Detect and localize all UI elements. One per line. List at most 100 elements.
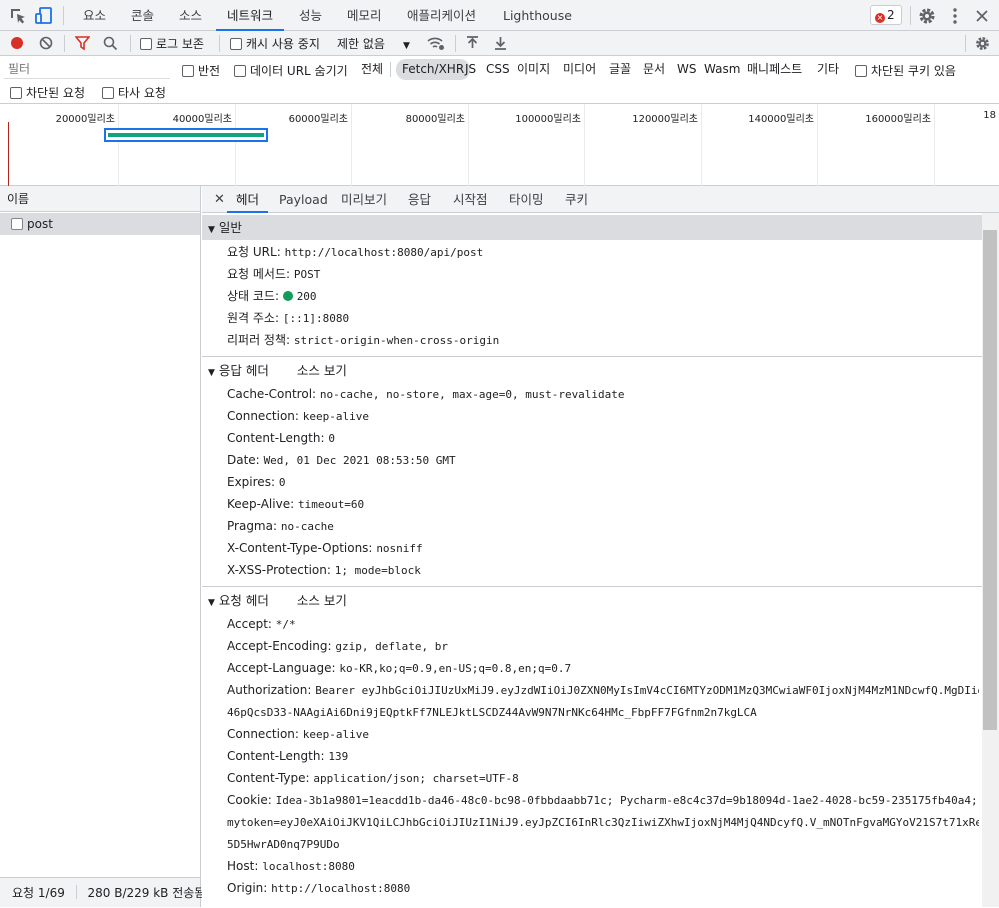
throttling-select[interactable]: 제한 없음 ▼	[337, 35, 410, 52]
checkbox-box[interactable]	[10, 87, 22, 99]
view-source-link[interactable]: 소스 보기	[297, 363, 347, 378]
header-row: Expires: 0	[227, 471, 285, 493]
type-filter-ws[interactable]: WS	[673, 59, 700, 80]
close-devtools-icon[interactable]	[972, 6, 992, 26]
hide-data-urls-checkbox[interactable]: 데이터 URL 숨기기	[234, 62, 348, 79]
third-party-checkbox[interactable]: 타사 요청	[102, 84, 166, 101]
tab-performance[interactable]: 성능	[288, 0, 333, 31]
tab-network[interactable]: 네트워크	[216, 0, 285, 31]
divider	[965, 35, 966, 52]
tab-payload[interactable]: Payload	[270, 186, 337, 213]
error-count-badge[interactable]: × 2	[870, 5, 902, 25]
tab-preview[interactable]: 미리보기	[332, 186, 396, 213]
network-toolbar: 로그 보존 캐시 사용 중지 제한 없음 ▼	[0, 31, 999, 56]
search-icon[interactable]	[103, 36, 118, 51]
tab-lighthouse[interactable]: Lighthouse	[492, 0, 583, 31]
timeline-tick: 18	[983, 110, 996, 121]
table-row[interactable]: post	[0, 213, 200, 235]
header-key: 요청 URL:	[227, 245, 281, 259]
header-key: Origin:	[227, 881, 268, 895]
tab-sources[interactable]: 소스	[168, 0, 213, 31]
name-column-header[interactable]: 이름	[0, 186, 200, 212]
disable-cache-checkbox[interactable]: 캐시 사용 중지	[230, 35, 320, 52]
header-key: 리퍼러 정책:	[227, 333, 291, 347]
type-filter-img[interactable]: 이미지	[513, 59, 554, 80]
response-headers-section-header[interactable]: ▼ 응답 헤더 소스 보기	[202, 358, 982, 383]
blocked-cookies-checkbox[interactable]: 차단된 쿠키 있음	[855, 62, 956, 79]
checkbox-box[interactable]	[182, 65, 194, 77]
divider	[130, 35, 131, 52]
header-value: application/json; charset=UTF-8	[313, 772, 519, 785]
tab-initiator[interactable]: 시작점	[444, 186, 497, 213]
record-icon[interactable]	[10, 36, 24, 50]
export-har-icon[interactable]	[494, 36, 507, 50]
header-value: http://localhost:8080	[271, 882, 411, 895]
header-row: 상태 코드: 200	[227, 285, 317, 307]
type-filter-manifest[interactable]: 매니페스트	[743, 59, 806, 80]
invert-checkbox[interactable]: 반전	[182, 62, 220, 79]
clear-icon[interactable]	[39, 36, 53, 50]
filter-input[interactable]	[4, 59, 170, 79]
header-key: Content-Type:	[227, 771, 310, 785]
tab-application[interactable]: 애플리케이션	[396, 0, 487, 31]
type-filter-all[interactable]: 전체	[357, 59, 387, 80]
type-filter-other[interactable]: 기타	[813, 59, 843, 80]
request-list-pane: 이름 post 요청 1/69 280 B/229 kB 전송됨	[0, 186, 205, 907]
checkbox-box[interactable]	[855, 65, 867, 77]
header-value: Bearer eyJhbGciOiJIUzUxMiJ9.eyJzdWIiOiJ0…	[315, 684, 979, 697]
filter-bar: 반전 데이터 URL 숨기기 전체 Fetch/XHR JS CSS 이미지 미…	[0, 56, 999, 104]
tab-memory[interactable]: 메모리	[336, 0, 393, 31]
filter-funnel-icon[interactable]	[75, 36, 90, 50]
transfer-size: 280 B/229 kB 전송됨	[87, 886, 206, 900]
header-value: keep-alive	[302, 728, 370, 741]
header-row: 요청 메서드: POST	[227, 263, 320, 285]
network-conditions-icon[interactable]	[427, 36, 445, 51]
blocked-requests-checkbox[interactable]: 차단된 요청	[10, 84, 85, 101]
tab-elements[interactable]: 요소	[72, 0, 117, 31]
header-row: Accept-Encoding: gzip, deflate, br	[227, 635, 448, 657]
tab-console[interactable]: 콘솔	[120, 0, 165, 31]
request-headers-section-header[interactable]: ▼ 요청 헤더 소스 보기	[202, 588, 982, 613]
general-section-header[interactable]: ▼ 일반	[202, 215, 982, 240]
tab-response[interactable]: 응답	[399, 186, 440, 213]
detail-tabbar: ✕ 헤더 Payload 미리보기 응답 시작점 타이밍 쿠키	[202, 186, 999, 213]
triangle-down-icon: ▼	[208, 598, 215, 608]
header-row: Cookie: Idea-3b1a9801=1eacdd1b-da46-48c0…	[227, 789, 979, 811]
checkbox-box[interactable]	[230, 38, 242, 50]
checkbox-box[interactable]	[234, 65, 246, 77]
section-title: 일반	[218, 220, 242, 235]
device-toolbar-icon[interactable]	[34, 6, 54, 26]
timeline-tick: 80000밀리초	[352, 104, 469, 186]
checkbox-box[interactable]	[102, 87, 114, 99]
type-filter-wasm[interactable]: Wasm	[700, 59, 744, 80]
tab-headers[interactable]: 헤더	[227, 186, 269, 213]
type-filter-css[interactable]: CSS	[482, 59, 514, 80]
checkbox-box[interactable]	[140, 38, 152, 50]
timeline-selection-window[interactable]	[104, 128, 268, 142]
header-key: Expires:	[227, 475, 275, 489]
disable-cache-label: 캐시 사용 중지	[246, 37, 320, 51]
header-value: mytoken=eyJ0eXAiOiJKV1QiLCJhbGciOiJIUzI1…	[227, 816, 979, 829]
type-filter-js[interactable]: JS	[461, 59, 480, 80]
type-filter-fetch-xhr[interactable]: Fetch/XHR	[396, 59, 471, 80]
header-value: 0	[328, 432, 335, 445]
type-filter-media[interactable]: 미디어	[559, 59, 600, 80]
request-detail-pane: ✕ 헤더 Payload 미리보기 응답 시작점 타이밍 쿠키 ▼ 일반 요청 U…	[202, 186, 999, 907]
scrollbar-thumb[interactable]	[983, 230, 997, 730]
preserve-log-checkbox[interactable]: 로그 보존	[140, 35, 204, 52]
import-har-icon[interactable]	[466, 36, 479, 50]
network-settings-gear-icon[interactable]	[974, 35, 991, 52]
header-key: Date:	[227, 453, 260, 467]
type-filter-doc[interactable]: 문서	[639, 59, 669, 80]
inspect-element-icon[interactable]	[8, 6, 28, 26]
tab-cookies[interactable]: 쿠키	[556, 186, 597, 213]
header-value: http://localhost:8080/api/post	[284, 246, 484, 259]
tab-timing[interactable]: 타이밍	[500, 186, 553, 213]
settings-gear-icon[interactable]	[917, 6, 937, 26]
network-overview-timeline[interactable]: 20000밀리초 40000밀리초 60000밀리초 80000밀리초 1000…	[0, 104, 999, 186]
status-ok-dot-icon	[282, 291, 293, 301]
view-source-link[interactable]: 소스 보기	[297, 593, 347, 608]
type-filter-font[interactable]: 글꼴	[605, 59, 635, 80]
header-row: Keep-Alive: timeout=60	[227, 493, 364, 515]
more-options-icon[interactable]	[945, 6, 965, 26]
